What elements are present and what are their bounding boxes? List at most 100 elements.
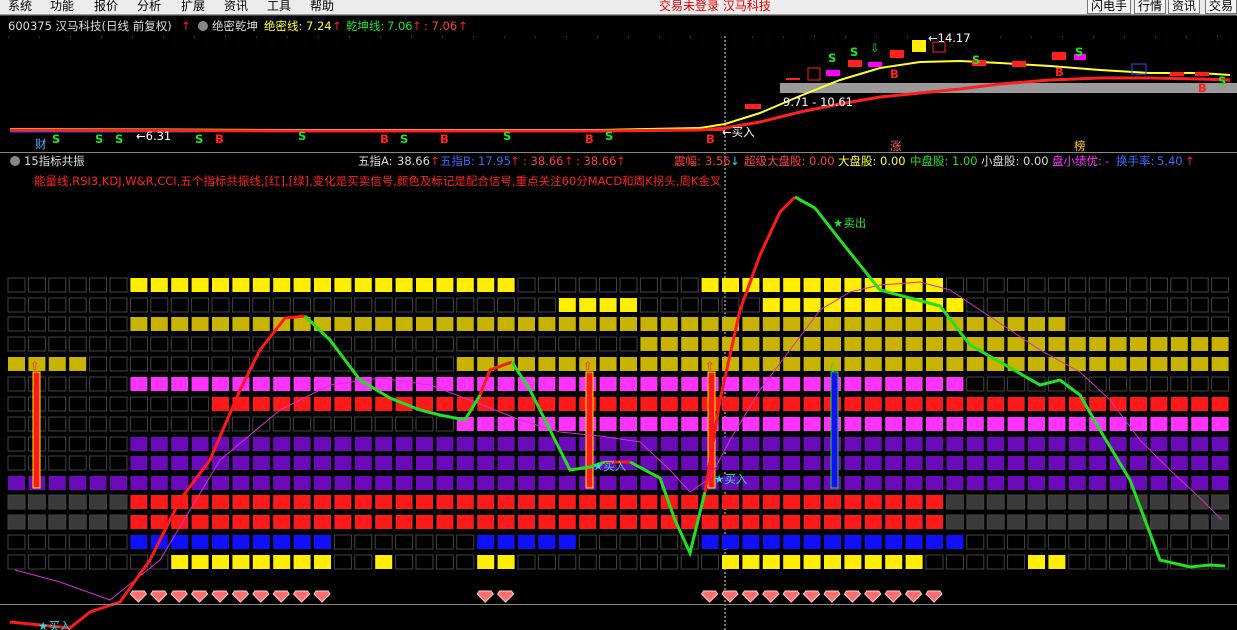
menu-item-tools[interactable]: 工具	[267, 0, 291, 13]
grid-cell-empty	[1047, 534, 1066, 550]
indicator-name: 绝密乾坤	[212, 19, 258, 33]
grid-cell-active	[456, 437, 474, 451]
menu-item-system[interactable]: 系统	[8, 0, 32, 13]
grid-cell-active	[722, 495, 739, 509]
grid-cell-active	[558, 357, 576, 371]
grid-cell-active	[803, 515, 821, 529]
grid-cell-active	[926, 337, 943, 351]
grid-cell-active	[844, 397, 862, 411]
grid-cell-empty	[395, 297, 414, 313]
menu-item-help[interactable]: 帮助	[310, 0, 334, 13]
grid-cell-active	[538, 456, 556, 470]
grid-cell-empty	[660, 534, 679, 550]
grid-cell-empty	[89, 336, 108, 352]
grid-cell-active	[558, 515, 576, 529]
grid-cell-active	[1028, 357, 1045, 371]
diamond-icon	[211, 590, 229, 603]
grid-cell-empty	[1027, 297, 1046, 313]
jm-label: 绝密线:	[264, 19, 302, 33]
quote-button[interactable]: 行情	[1134, 0, 1167, 14]
grid-cell-active	[783, 397, 801, 411]
grid-cell-empty	[1088, 554, 1107, 570]
grid-cell-empty	[1047, 514, 1066, 530]
flash-trade-button[interactable]: 闪电手	[1087, 0, 1132, 14]
grid-cell-active	[538, 377, 556, 391]
grid-cell-active	[824, 337, 841, 351]
grid-cell-active	[314, 456, 331, 470]
grid-cell-empty	[578, 554, 597, 570]
menu-item-quote[interactable]: 报价	[94, 0, 118, 13]
grid-cell-active	[69, 476, 87, 490]
grid-cell-active	[722, 397, 739, 411]
grid-cell-active	[1007, 417, 1025, 431]
grid-cell-empty	[517, 277, 536, 293]
grid-cell-active	[905, 417, 923, 431]
diamond-icon	[496, 590, 515, 603]
menu-item-info[interactable]: 资讯	[224, 0, 248, 13]
collapse-toggle-icon[interactable]	[198, 21, 208, 31]
grid-cell-active	[640, 397, 658, 411]
grid-cell-active	[130, 456, 148, 470]
grid-cell-active	[844, 337, 862, 351]
grid-cell-empty	[1129, 534, 1148, 550]
pxjy-label: 盘小绩优:	[1052, 154, 1102, 168]
grid-cell-active	[844, 535, 862, 549]
news-button[interactable]: 资讯	[1168, 0, 1201, 14]
grid-cell-empty	[497, 297, 516, 313]
grid-cell-active	[354, 437, 372, 451]
grid-cell-empty	[1007, 554, 1026, 570]
grid-cell-empty	[415, 416, 434, 432]
grid-cell-active	[864, 476, 882, 490]
grid-cell-empty	[1007, 534, 1026, 550]
grid-cell-empty	[293, 416, 312, 432]
menu-item-extend[interactable]: 扩展	[181, 0, 205, 13]
grid-cell-active	[497, 495, 515, 509]
grid-cell-active	[803, 337, 821, 351]
grid-cell-empty	[1211, 534, 1230, 550]
grid-cell-empty	[68, 336, 87, 352]
grid-cell-active	[844, 456, 862, 470]
zf-label: 震幅:	[674, 154, 701, 168]
grid-cell-empty	[272, 336, 291, 352]
grid-cell-active	[660, 357, 678, 371]
grid-cell-active	[558, 397, 576, 411]
grid-cell-empty	[231, 336, 250, 352]
grid-cell-active	[905, 535, 923, 549]
grid-cell-empty	[48, 336, 67, 352]
grid-cell-active	[191, 377, 209, 391]
grid-cell-empty	[1129, 554, 1148, 570]
buy-label: ★买入	[38, 619, 72, 630]
grid-cell-active	[1048, 417, 1066, 431]
xp-label: 小盘股:	[981, 154, 1019, 168]
grid-cell-empty	[374, 416, 393, 432]
grid-cell-active	[640, 515, 658, 529]
jm-value: 7.24	[306, 19, 332, 33]
grid-cell-empty	[945, 494, 964, 510]
grid-cell-active	[926, 495, 943, 509]
grid-cell-active	[130, 278, 148, 292]
grid-cell-active	[722, 535, 739, 549]
grid-cell-active	[497, 397, 515, 411]
grid-cell-empty	[7, 396, 26, 412]
grid-cell-empty	[945, 554, 964, 570]
hsl-value: 5.40	[1157, 154, 1183, 168]
grid-cell-active	[742, 495, 760, 509]
trade-button[interactable]: 交易	[1205, 0, 1237, 14]
grid-cell-active	[171, 555, 189, 569]
menu-item-function[interactable]: 功能	[50, 0, 74, 13]
menu-item-analysis[interactable]: 分析	[137, 0, 161, 13]
grid-cell-empty	[191, 416, 210, 432]
grid-cell-active	[926, 357, 943, 371]
grid-cell-active	[762, 397, 780, 411]
grid-cell-active	[905, 337, 923, 351]
down-arrow-icon: ⇩	[828, 361, 838, 375]
grid-cell-active	[518, 495, 535, 509]
resonance-grid	[7, 277, 1230, 570]
collapse-toggle-icon[interactable]	[10, 156, 20, 166]
grid-cell-empty	[231, 297, 250, 313]
grid-cell-active	[191, 317, 209, 331]
grid-cell-empty	[109, 336, 128, 352]
down-arrow-icon: ⇩	[870, 41, 880, 55]
s-signal: S	[1075, 45, 1083, 59]
grid-cell-empty	[1190, 297, 1209, 313]
